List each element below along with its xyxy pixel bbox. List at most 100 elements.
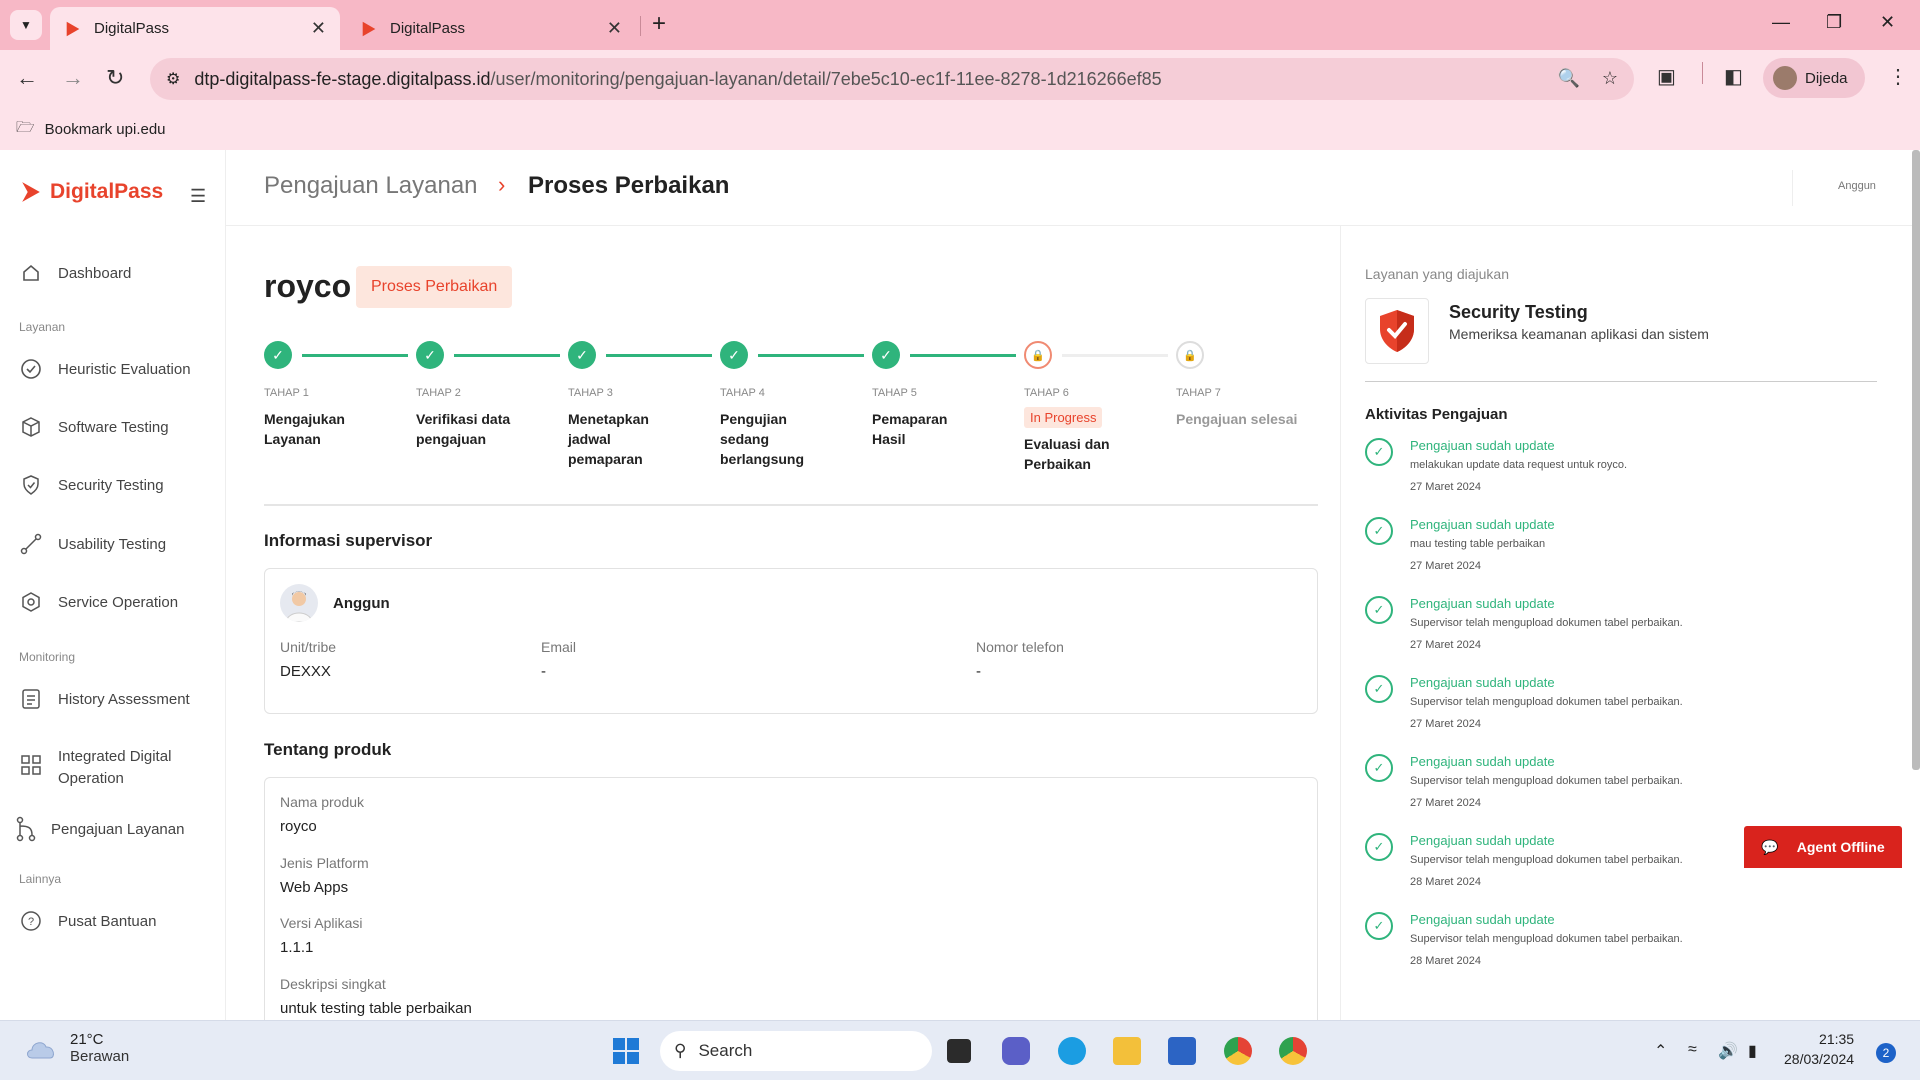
sidebar-item-dashboard[interactable]: Dashboard: [20, 262, 131, 284]
reload-icon[interactable]: ↻: [106, 65, 124, 91]
lock-icon: 🔒: [1024, 341, 1052, 369]
activity-description: Supervisor telah mengupload dokumen tabe…: [1410, 933, 1683, 945]
sidebar-item-label: Usability Testing: [58, 535, 167, 553]
url-host: dtp-digitalpass-fe-stage.digitalpass.id: [194, 68, 491, 89]
close-tab-icon[interactable]: ✕: [607, 18, 622, 39]
shield-check-icon: [1365, 298, 1429, 364]
close-window-icon[interactable]: ✕: [1880, 12, 1895, 33]
step-number: TAHAP 6: [1024, 387, 1069, 399]
chat-icon: 💬: [1761, 838, 1779, 855]
check-circle-icon: ✓: [1365, 596, 1393, 624]
page-title: Proses Perbaikan: [528, 172, 730, 199]
tab-search-button[interactable]: ▼: [10, 10, 42, 40]
chat-app-icon[interactable]: [1002, 1037, 1030, 1065]
extensions-icon[interactable]: ▣: [1657, 64, 1676, 89]
step-number: TAHAP 2: [416, 387, 461, 399]
site-info-icon[interactable]: ⚙: [166, 69, 180, 89]
chevron-up-icon[interactable]: ⌃: [1654, 1041, 1667, 1061]
bookmark-star-icon[interactable]: ☆: [1602, 68, 1618, 89]
file-explorer-icon[interactable]: [1113, 1037, 1141, 1065]
profile-name: Dijeda: [1805, 69, 1848, 87]
field-value: 1.1.1: [280, 939, 314, 956]
sidebar-item-service-operation[interactable]: Service Operation: [20, 591, 178, 613]
sidebar-item-label: Pengajuan Layanan: [51, 820, 185, 838]
field-value: royco: [280, 818, 317, 835]
sidebar-item-pusat-bantuan[interactable]: ? Pusat Bantuan: [20, 910, 156, 932]
browser-toolbar: ← → ↻ ⚙ dtp-digitalpass-fe-stage.digital…: [0, 50, 1920, 108]
collapse-menu-icon[interactable]: ☰: [190, 186, 206, 207]
check-icon: ✓: [872, 341, 900, 369]
minimize-icon[interactable]: —: [1772, 12, 1790, 33]
side-panel-icon[interactable]: ◧: [1724, 64, 1743, 89]
activity-date: 27 Maret 2024: [1410, 481, 1481, 493]
field-value: -: [541, 663, 546, 680]
sidebar-item-security-testing[interactable]: Security Testing: [20, 474, 164, 496]
avatar: [1773, 66, 1797, 90]
agent-chat-button[interactable]: 💬 Agent Offline: [1744, 826, 1902, 868]
activity-title: Pengajuan sudah update: [1410, 517, 1555, 532]
weather-widget[interactable]: 21°C Berawan: [24, 1031, 129, 1065]
check-circle-icon: ✓: [1365, 517, 1393, 545]
forward-icon[interactable]: →: [62, 65, 84, 91]
step-connector: [1062, 354, 1168, 357]
check-icon: ✓: [416, 341, 444, 369]
restore-icon[interactable]: ❐: [1826, 12, 1842, 33]
profile-button[interactable]: Dijeda: [1763, 58, 1865, 98]
zoom-icon[interactable]: 🔍: [1557, 68, 1579, 89]
system-clock[interactable]: 21:35 28/03/2024: [1784, 1029, 1854, 1069]
svg-text:?: ?: [28, 916, 34, 928]
edge-browser-icon[interactable]: [1058, 1037, 1086, 1065]
check-circle-icon: ✓: [1365, 438, 1393, 466]
new-tab-button[interactable]: +: [652, 10, 666, 38]
app-root: DigitalPass ☰ Dashboard Layanan Heuristi…: [0, 150, 1920, 1037]
box-icon: [20, 416, 42, 438]
back-icon[interactable]: ←: [16, 65, 38, 91]
brand-logo[interactable]: DigitalPass: [20, 180, 163, 204]
step-6: 🔒 TAHAP 6 In Progress Evaluasi dan Perba…: [1024, 341, 1174, 474]
taskbar-search[interactable]: ⚲ Search: [660, 1031, 932, 1071]
sidebar-item-heuristic-evaluation[interactable]: Heuristic Evaluation: [20, 358, 191, 380]
bookmark-item[interactable]: Bookmark upi.edu: [45, 121, 166, 138]
brand-name: DigitalPass: [50, 180, 164, 203]
check-circle-icon: ✓: [1365, 754, 1393, 782]
document-icon: [20, 688, 42, 710]
activity-date: 28 Maret 2024: [1410, 876, 1481, 888]
windows-start-icon[interactable]: [612, 1037, 640, 1065]
volume-icon[interactable]: 🔊: [1718, 1041, 1738, 1061]
section-heading: Tentang produk: [264, 740, 392, 759]
branch-icon: [15, 816, 37, 842]
sidebar-item-software-testing[interactable]: Software Testing: [20, 416, 169, 438]
sidebar-section-label: Layanan: [19, 320, 66, 334]
task-view-icon[interactable]: [947, 1039, 971, 1063]
digitalpass-favicon: [66, 21, 80, 36]
sidebar-item-pengajuan-layanan[interactable]: Pengajuan Layanan: [15, 816, 185, 842]
step-connector: [606, 354, 712, 357]
store-icon[interactable]: [1168, 1037, 1196, 1065]
field-label: Email: [541, 639, 577, 655]
menu-icon[interactable]: ⋮: [1888, 64, 1908, 89]
header-user[interactable]: Anggun: [1838, 180, 1876, 192]
breadcrumb-parent[interactable]: Pengajuan Layanan: [264, 172, 478, 200]
notification-badge[interactable]: 2: [1876, 1043, 1896, 1063]
battery-icon[interactable]: ▮: [1748, 1041, 1757, 1061]
browser-tab-active[interactable]: DigitalPass ✕: [50, 7, 340, 50]
activity-title: Pengajuan sudah update: [1410, 675, 1555, 690]
sidebar-item-history-assessment[interactable]: History Assessment: [20, 688, 190, 710]
digitalpass-logo-icon: [22, 182, 40, 202]
chrome-icon[interactable]: [1224, 1037, 1252, 1065]
activity-date: 27 Maret 2024: [1410, 639, 1481, 651]
sidebar-item-usability-testing[interactable]: Usability Testing: [20, 533, 166, 555]
field-value: DEXXX: [280, 663, 331, 680]
address-bar[interactable]: ⚙ dtp-digitalpass-fe-stage.digitalpass.i…: [150, 58, 1634, 100]
step-2: ✓ TAHAP 2 Verifikasi data pengajuan: [416, 341, 566, 449]
page-scrollbar[interactable]: [1912, 150, 1920, 770]
browser-tab[interactable]: DigitalPass ✕: [346, 7, 636, 50]
wifi-icon[interactable]: ≈: [1688, 1041, 1697, 1059]
tab-separator: [640, 16, 641, 36]
chrome-profile-icon[interactable]: [1279, 1037, 1307, 1065]
sidebar-item-integrated-digital-operation[interactable]: Integrated Digital Operation: [20, 746, 198, 790]
field-value: -: [976, 663, 981, 680]
step-number: TAHAP 1: [264, 387, 309, 399]
activity-description: melakukan update data request untuk royc…: [1410, 459, 1628, 471]
close-tab-icon[interactable]: ✕: [311, 18, 326, 39]
